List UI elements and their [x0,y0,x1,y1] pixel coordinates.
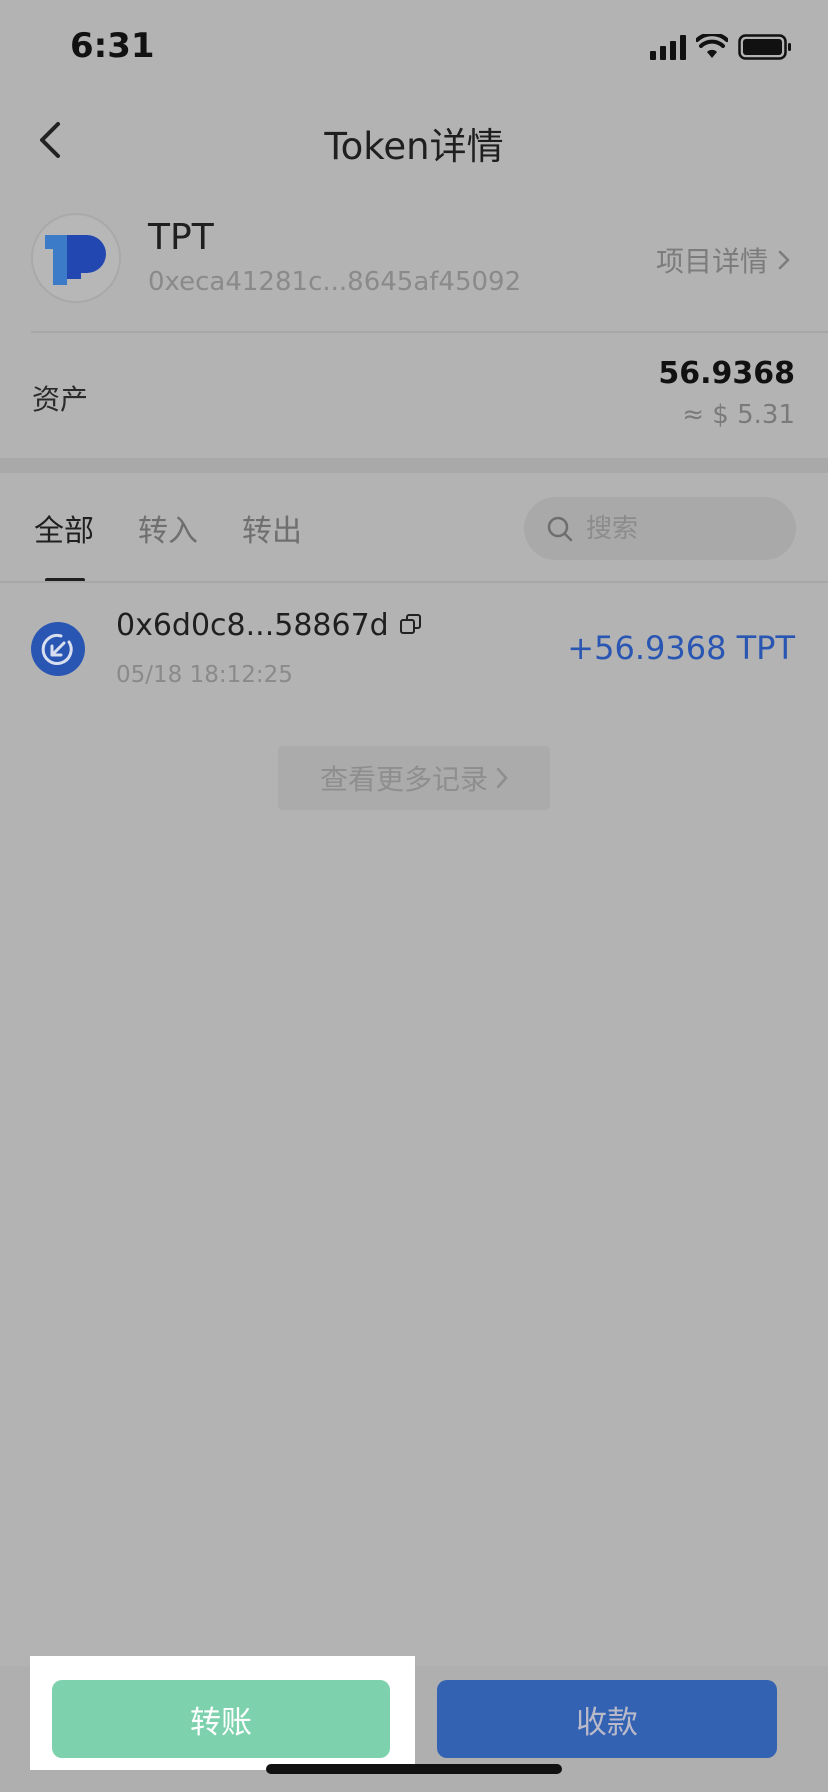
view-more-records-button[interactable]: 查看更多记录 [278,746,550,810]
status-time: 6:31 [70,26,155,66]
page-title: Token详情 [324,125,504,168]
section-separator [0,458,828,473]
cellular-signal-icon [650,34,686,60]
status-icons [650,34,792,60]
tokenpocket-logo [45,235,106,285]
wifi-icon [696,34,728,58]
search-box[interactable] [524,497,796,560]
transfer-button[interactable]: 转账 [52,1680,390,1758]
chevron-right-icon [496,767,508,789]
home-indicator [266,1764,562,1774]
asset-fiat-value: ≈ $ 5.31 [682,400,795,430]
chevron-right-icon [778,250,790,270]
token-logo [31,213,121,303]
battery-icon [738,34,791,60]
asset-amount: 56.9368 [658,356,795,391]
receive-button[interactable]: 收款 [437,1680,777,1758]
divider [31,331,828,333]
search-icon [547,516,573,541]
token-address: 0xeca41281c...8645af45092 [148,267,522,297]
transaction-amount: +56.9368 TPT [567,629,795,667]
tab-outgoing[interactable]: 转出 [242,506,302,550]
incoming-arrow-icon [31,622,85,676]
search-input[interactable] [586,513,776,544]
transaction-address: 0x6d0c8...58867d [116,608,389,643]
token-symbol: TPT [148,217,214,258]
copy-icon[interactable] [398,612,424,638]
tab-incoming[interactable]: 转入 [138,506,198,550]
project-detail-label: 项目详情 [655,245,768,278]
view-more-label: 查看更多记录 [319,763,488,796]
asset-label: 资产 [32,383,89,416]
transaction-time: 05/18 18:12:25 [116,662,293,688]
tab-all[interactable]: 全部 [34,506,94,550]
project-detail-link[interactable]: 项目详情 [656,240,790,280]
divider [0,581,828,583]
